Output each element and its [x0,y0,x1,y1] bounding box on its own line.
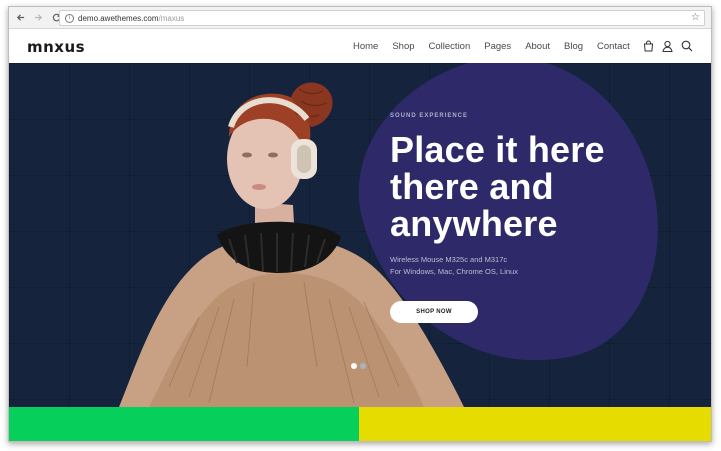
shop-now-button[interactable]: SHOP NOW [390,301,478,323]
main-menu: Home Shop Collection Pages About Blog Co… [353,29,644,63]
browser-toolbar: i demo.awethemes.com/maxus ☆ [9,7,711,29]
menu-item-blog[interactable]: Blog [564,41,583,52]
arrow-left-icon [16,14,24,21]
browser-window: i demo.awethemes.com/maxus ☆ mnxus Home … [8,6,712,442]
promo-band-yellow [359,407,711,441]
menu-item-pages[interactable]: Pages [484,41,511,52]
arrow-right-icon [34,14,42,21]
subtext-line-2: For Windows, Mac, Chrome OS, Linux [390,267,518,276]
headline-line-2: there and [390,166,554,207]
hero-copy: SOUND EXPERIENCE Place it here there and… [390,113,690,323]
bag-icon[interactable] [643,40,654,52]
info-icon[interactable]: i [65,13,74,23]
user-icon[interactable] [662,40,673,52]
hero-eyebrow: SOUND EXPERIENCE [390,113,469,119]
url-host: demo.awethemes.com [78,13,159,23]
subtext-line-1: Wireless Mouse M325c and M317c [390,255,508,264]
slider-dots [351,363,369,369]
hero-slider: SOUND EXPERIENCE Place it here there and… [9,63,711,407]
url-path: /maxus [158,13,185,23]
promo-band-green [9,407,359,441]
site-header: mnxus Home Shop Collection Pages About B… [9,29,711,63]
menu-item-contact[interactable]: Contact [597,41,630,52]
header-icons [635,29,693,63]
slider-dot[interactable] [351,363,357,369]
menu-item-about[interactable]: About [525,41,550,52]
hero-subtext: Wireless Mouse M325c and M317c For Windo… [390,254,690,278]
headline-line-1: Place it here [390,129,605,170]
bookmark-star-icon[interactable]: ☆ [691,12,700,23]
back-button[interactable] [13,11,27,25]
forward-button[interactable] [31,11,45,25]
slider-dot[interactable] [360,363,366,369]
menu-item-home[interactable]: Home [353,41,378,52]
headline-line-3: anywhere [390,203,558,244]
hero-headline: Place it here there and anywhere [390,131,690,242]
site-logo[interactable]: mnxus [27,38,85,56]
search-icon[interactable] [681,40,693,52]
menu-item-collection[interactable]: Collection [429,41,471,52]
menu-item-shop[interactable]: Shop [392,41,414,52]
address-bar[interactable]: i demo.awethemes.com/maxus ☆ [59,10,705,26]
